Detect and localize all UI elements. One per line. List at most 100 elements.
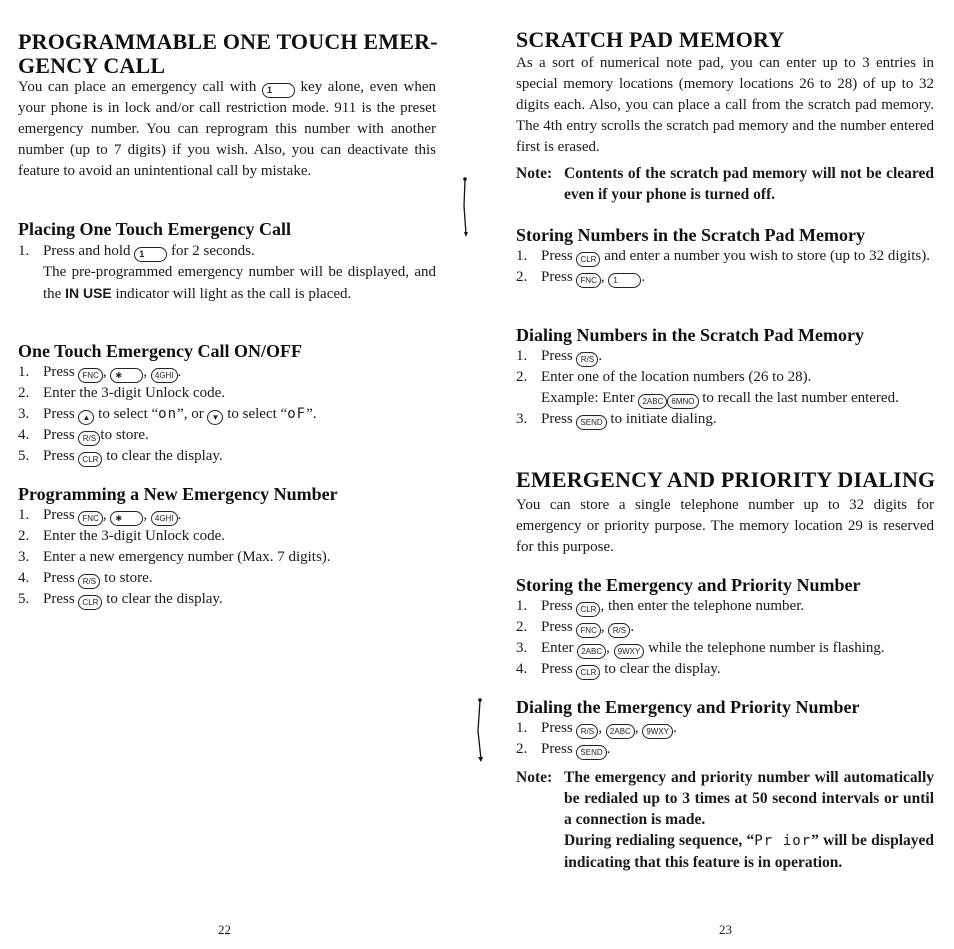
note-label: Note: [516,165,553,182]
example-text: to recall the last number entered. [702,390,899,406]
step-number: 4. [516,661,528,677]
step-number: 2. [18,385,30,401]
step-number: 1. [516,248,528,264]
display-off-segment: oF [287,406,307,422]
step-text: , or [183,406,204,422]
key-2abc-icon: 2ABC [577,644,607,659]
step-text: Press [43,570,75,586]
key-send-icon: SEND [576,745,607,760]
list-item: 1. Press R/S, 2ABC, 9WXY. [516,718,934,739]
step-text: to select [98,406,148,422]
step-text: while the telephone number is flashing. [648,640,885,656]
step-text: to clear the display. [604,661,721,677]
step-number: 3. [18,406,30,422]
down-arrow-key-icon: ▼ [207,410,224,425]
step-text: Press [541,248,573,264]
placing-title: Placing One Touch Emergency Call [18,219,292,239]
step-number: 4. [18,570,30,586]
note-text-display: During redialing sequence, “Pr ior” will… [564,830,934,873]
step-text: Press [541,741,573,757]
storing-emergency-title: Storing the Emergency and Priority Numbe… [516,575,861,595]
step-text: to store. [100,427,149,443]
key-clr-icon: CLR [576,252,601,267]
step-text: Press [43,591,75,607]
dialing-emergency-note: Note: The emergency and priority number … [516,767,934,873]
intro-paragraph: You can place an emergency call with 1 k… [18,77,436,182]
key-1-icon: 1 [261,83,295,98]
list-item: 4. Press CLR to clear the display. [516,659,936,680]
key-1-icon: 1 [608,273,642,288]
list-item: 3. Press ▲ to select “on”, or ▼ to selec… [18,404,436,425]
list-item: 1. Press and hold 1 for 2 seconds. [18,241,436,262]
display-prior-segment: Pr ior [754,833,812,849]
storing-emergency-steps: 1. Press CLR , then enter the telephone n… [516,596,936,680]
list-item: 1. Press CLR, then enter the telephone n… [516,596,936,617]
key-4ghi-icon: 4GHI [150,511,178,526]
list-item: 2. Enter the 3-digit Unlock code. [18,526,436,547]
list-item: 3. Enter 2ABC, 9WXY while the telephone … [516,638,936,659]
list-item: 4. Press R/S to store. [18,425,436,446]
in-use-indicator-label: IN USE [65,285,112,301]
step-text: Press [43,364,75,380]
dialing-emergency-title: Dialing the Emergency and Priority Numbe… [516,697,860,717]
step-text: Enter one of the location numbers (26 to… [541,369,812,385]
key-clr-icon: CLR [78,452,103,467]
step-text: Press [541,411,573,427]
key-star-icon: ✱ [110,368,144,383]
key-2abc-icon: 2ABC [638,394,668,409]
step-number: 3. [18,549,30,565]
storing-scratch-steps: 1. Press CLR and enter a number you wish… [516,246,934,288]
list-item: 2. Press SEND. [516,739,934,760]
key-clr-icon: CLR [576,665,601,680]
list-item: 5. Press CLR to clear the display. [18,589,436,610]
list-item: 1. Press R/S. [516,346,934,367]
section-title-emergency-call: PROGRAMMABLE ONE TOUCH EMER- GENCY CALL [18,30,438,78]
key-label: 1 [139,249,145,259]
key-2abc-icon: 2ABC [605,724,635,739]
step-number: 2. [516,269,528,285]
step-text: , then enter the telephone number. [600,598,805,614]
step-text: Enter the 3-digit Unlock code. [43,528,226,544]
up-arrow-key-icon: ▲ [78,410,95,425]
step-text: to clear the display. [106,591,223,607]
note-text: The emergency and priority number will a… [564,769,934,828]
scratch-note: Note: Contents of the scratch pad memory… [516,163,934,205]
storing-scratch-title: Storing Numbers in the Scratch Pad Memor… [516,225,865,245]
step-text: to select [227,406,277,422]
section-title-scratch-pad: SCRATCH PAD MEMORY [516,27,785,52]
step-text: Press [43,448,75,464]
scratch-intro: As a sort of numerical note pad, you can… [516,55,934,155]
title-line-1: PROGRAMMABLE ONE TOUCH EMER- [18,29,438,54]
step-text: Press [43,406,75,422]
step-text: Press [541,661,573,677]
key-9wxy-icon: 9WXY [613,644,645,659]
step-number: 2. [516,741,528,757]
step-number: 3. [516,411,528,427]
list-item: 1. Press CLR and enter a number you wish… [516,246,934,267]
step-number: 1. [18,364,30,380]
binding-mark-icon [477,698,483,762]
step-number: 5. [18,448,30,464]
key-rs-icon: R/S [576,352,599,367]
section-title-emergency-priority: EMERGENCY AND PRIORITY DIALING [516,467,936,492]
list-item: 5. Press CLR to clear the display. [18,446,436,467]
emergency-intro: You can store a single telephone number … [516,497,934,555]
step-text: Press [541,269,573,285]
step-number: 1. [516,348,528,364]
step-number: 3. [516,640,528,656]
step-text: Press [541,348,573,364]
step-text: and enter a number you wish to store (up… [604,248,930,264]
intro-text-a: You can place an emergency call with [18,79,257,95]
binding-mark-icon [463,177,468,237]
list-item: 2. Enter one of the location numbers (26… [516,367,934,388]
programming-title: Programming a New Emergency Number [18,484,338,504]
step-text: Enter a new emergency number (Max. 7 dig… [43,549,331,565]
key-rs-icon: R/S [608,623,631,638]
key-fnc-icon: FNC [576,273,601,288]
step-number: 1. [516,598,528,614]
step-text: Press [43,427,75,443]
step-text: Press [541,619,573,635]
key-clr-icon: CLR [78,595,103,610]
step-number: 2. [18,528,30,544]
example-text: Example: Enter [541,390,635,406]
